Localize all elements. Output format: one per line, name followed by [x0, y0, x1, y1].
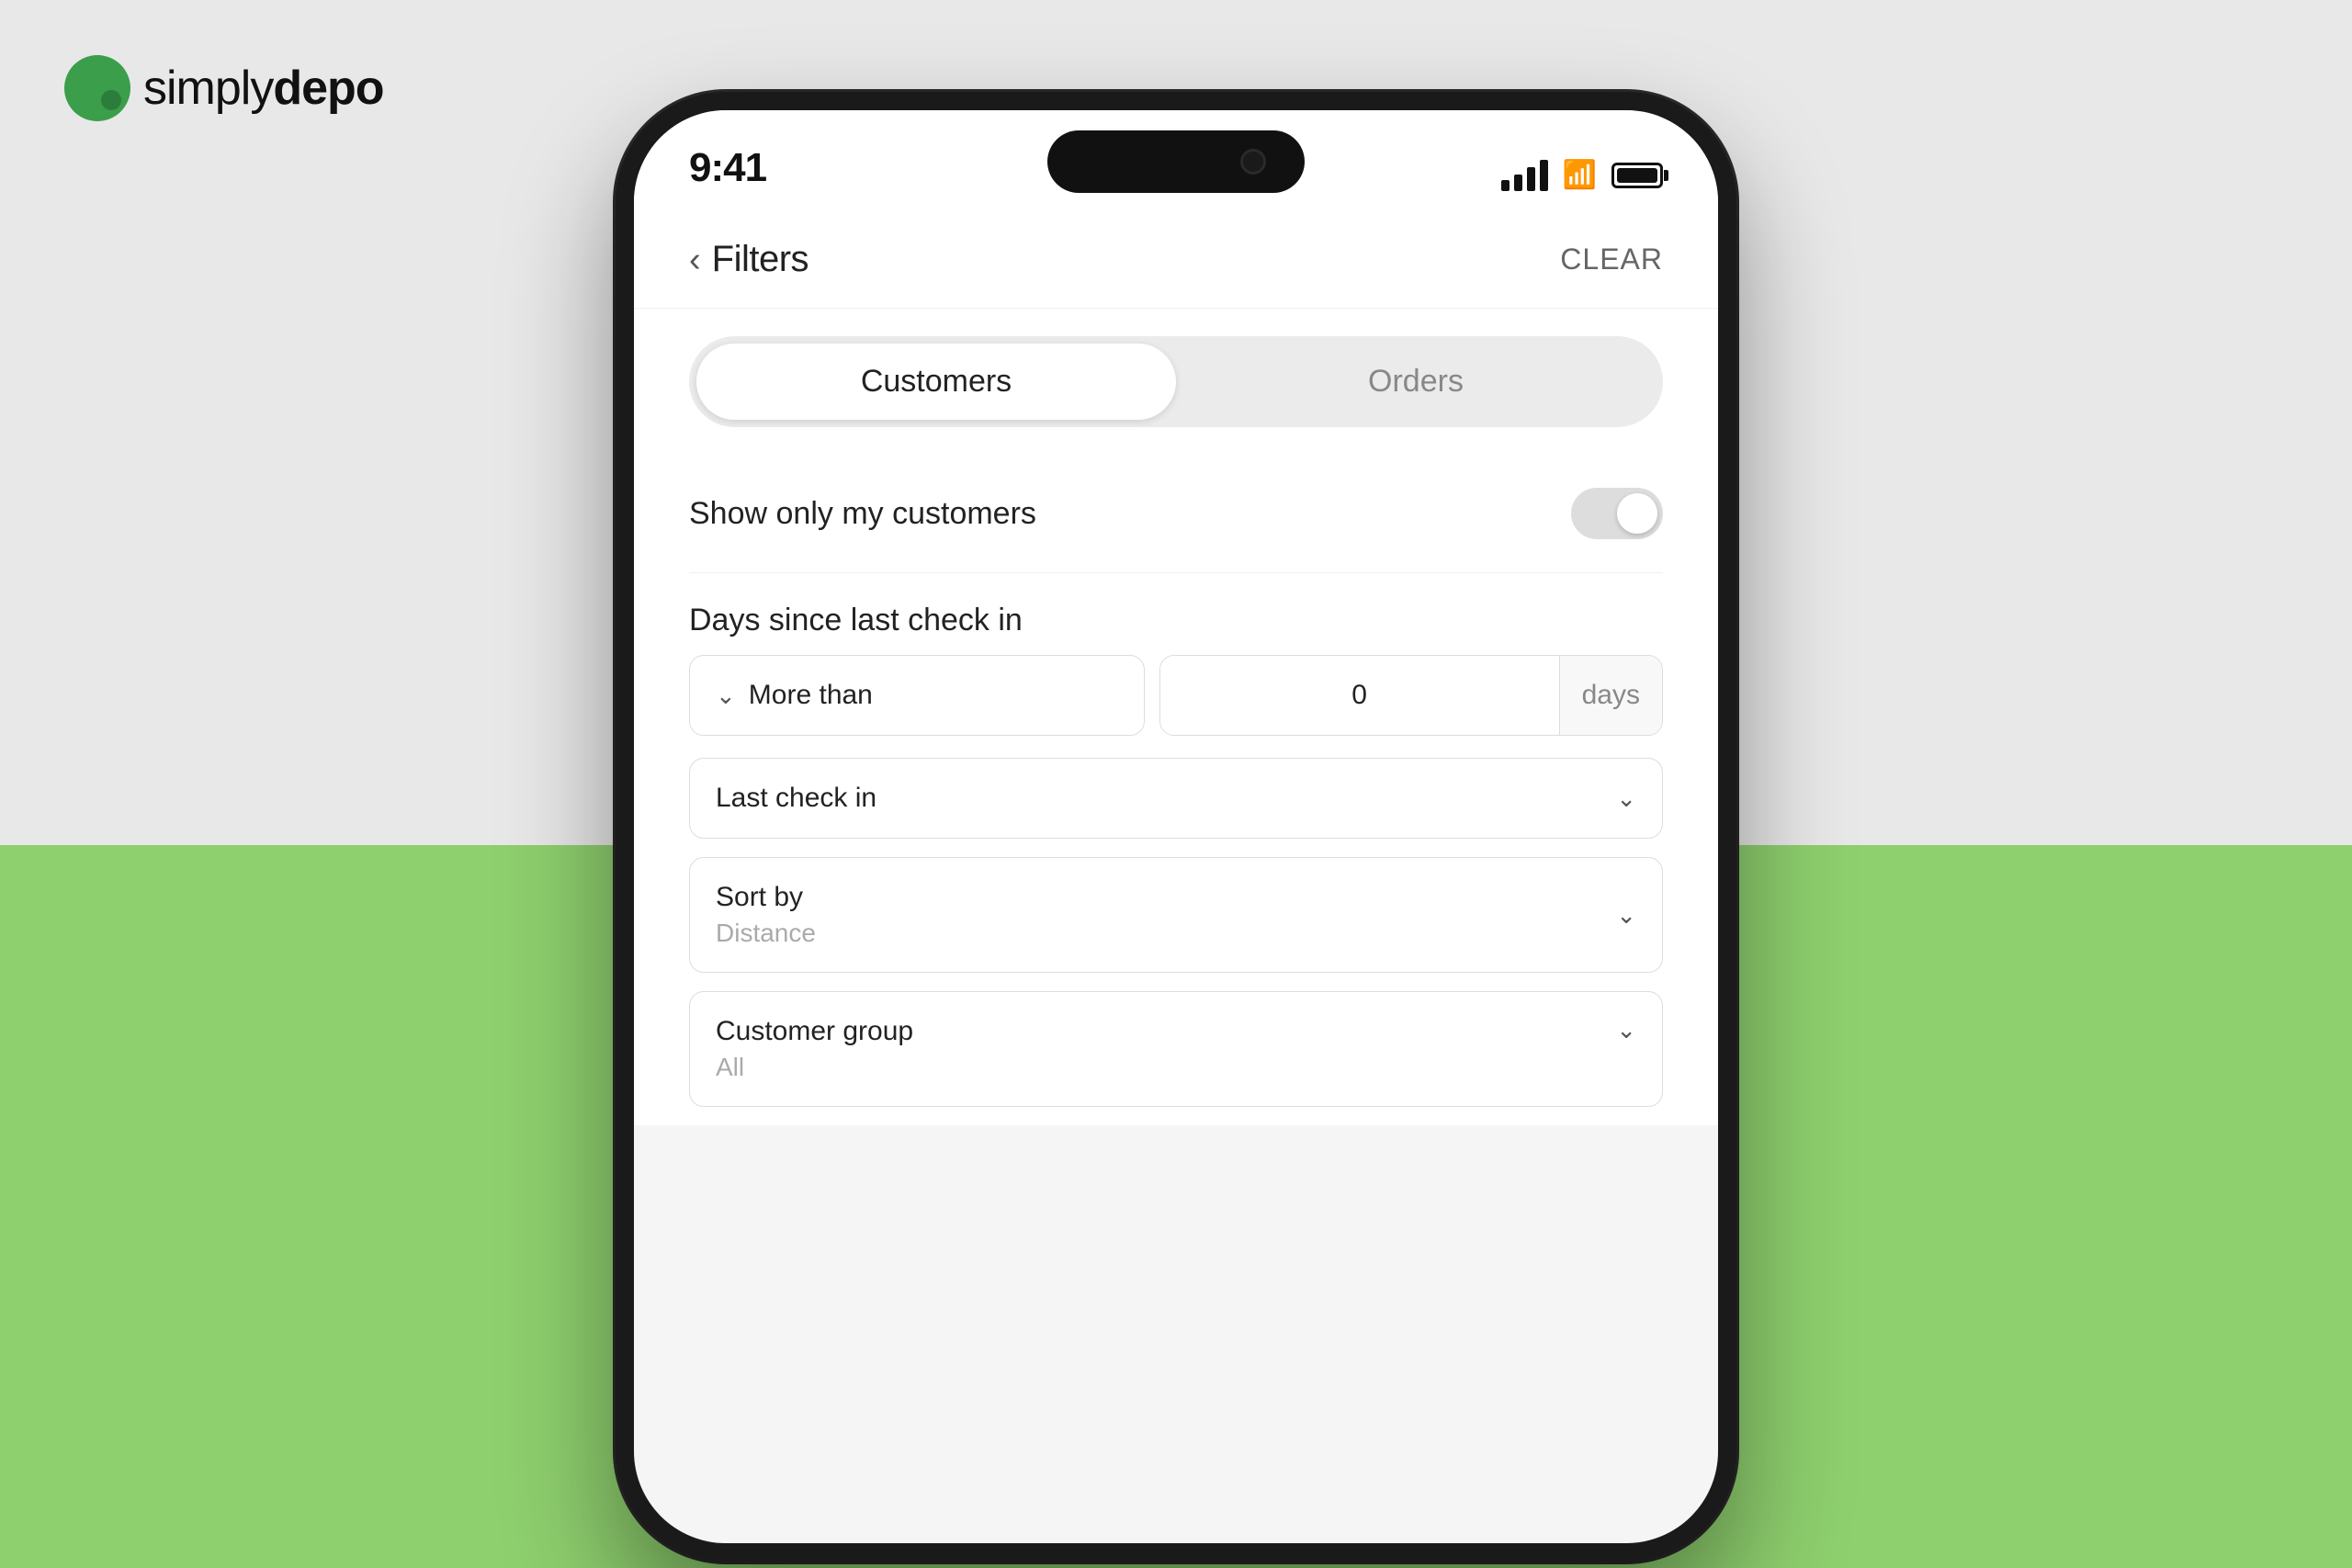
battery-icon	[1611, 163, 1663, 188]
status-time: 9:41	[689, 145, 766, 191]
logo-icon	[64, 55, 130, 121]
customer-group-label: Customer group	[716, 1016, 913, 1047]
sort-by-label: Sort by	[716, 882, 816, 913]
page-title: Filters	[712, 239, 808, 280]
customer-group-dropdown[interactable]: Customer group All ⌄	[689, 991, 1663, 1107]
sort-by-dropdown[interactable]: Sort by Distance ⌄	[689, 857, 1663, 973]
battery-fill	[1617, 168, 1657, 183]
sort-by-value: Distance	[716, 919, 816, 948]
sort-by-chevron-icon: ⌄	[1616, 901, 1636, 930]
show-my-customers-row: Show only my customers	[689, 455, 1663, 573]
phone-wrapper: 9:41 📶 ‹ Filters	[616, 92, 1736, 1562]
signal-icon	[1501, 160, 1548, 191]
days-section: Days since last check in ⌄ More than day…	[689, 573, 1663, 758]
more-than-dropdown[interactable]: ⌄ More than	[689, 655, 1145, 736]
clear-button[interactable]: CLEAR	[1560, 243, 1663, 276]
phone-frame: 9:41 📶 ‹ Filters	[616, 92, 1736, 1562]
days-number-input[interactable]	[1160, 656, 1559, 735]
logo-text: simplydepo	[143, 61, 384, 116]
sort-by-left: Sort by Distance	[716, 882, 816, 948]
dynamic-island	[1047, 130, 1305, 193]
last-check-in-chevron-icon: ⌄	[1616, 784, 1636, 813]
more-than-label: More than	[749, 680, 873, 711]
last-check-in-label: Last check in	[716, 783, 876, 814]
show-my-customers-toggle[interactable]	[1571, 488, 1663, 539]
back-chevron-icon: ‹	[689, 243, 701, 277]
days-unit-label: days	[1559, 656, 1662, 735]
filter-content: Show only my customers Days since last c…	[634, 455, 1718, 1107]
show-my-customers-label: Show only my customers	[689, 496, 1036, 532]
days-section-title: Days since last check in	[689, 573, 1663, 655]
back-button[interactable]: ‹ Filters	[689, 239, 808, 280]
days-input-group: days	[1159, 655, 1663, 736]
app-content: ‹ Filters CLEAR Customers Orders	[634, 211, 1718, 1125]
days-row: ⌄ More than days	[689, 655, 1663, 758]
logo-text-bold: depo	[273, 62, 383, 115]
more-than-chevron-icon: ⌄	[716, 682, 736, 710]
last-check-in-dropdown[interactable]: Last check in ⌄	[689, 758, 1663, 839]
status-icons: 📶	[1501, 159, 1663, 191]
logo: simplydepo	[64, 55, 384, 121]
tab-orders[interactable]: Orders	[1176, 344, 1656, 420]
status-bar: 9:41 📶	[634, 110, 1718, 211]
phone-screen: 9:41 📶 ‹ Filters	[634, 110, 1718, 1543]
segment-wrapper: Customers Orders	[634, 309, 1718, 455]
tab-customers[interactable]: Customers	[696, 344, 1176, 420]
customer-group-left: Customer group All	[716, 1016, 913, 1082]
logo-text-plain: simply	[143, 62, 273, 115]
wifi-icon: 📶	[1563, 159, 1597, 191]
segment-control: Customers Orders	[689, 336, 1663, 427]
app-header: ‹ Filters CLEAR	[634, 211, 1718, 309]
customer-group-chevron-icon: ⌄	[1616, 1016, 1636, 1044]
last-check-in-right: ⌄	[1616, 784, 1636, 813]
customer-group-value: All	[716, 1053, 913, 1082]
camera-dot	[1240, 149, 1266, 175]
